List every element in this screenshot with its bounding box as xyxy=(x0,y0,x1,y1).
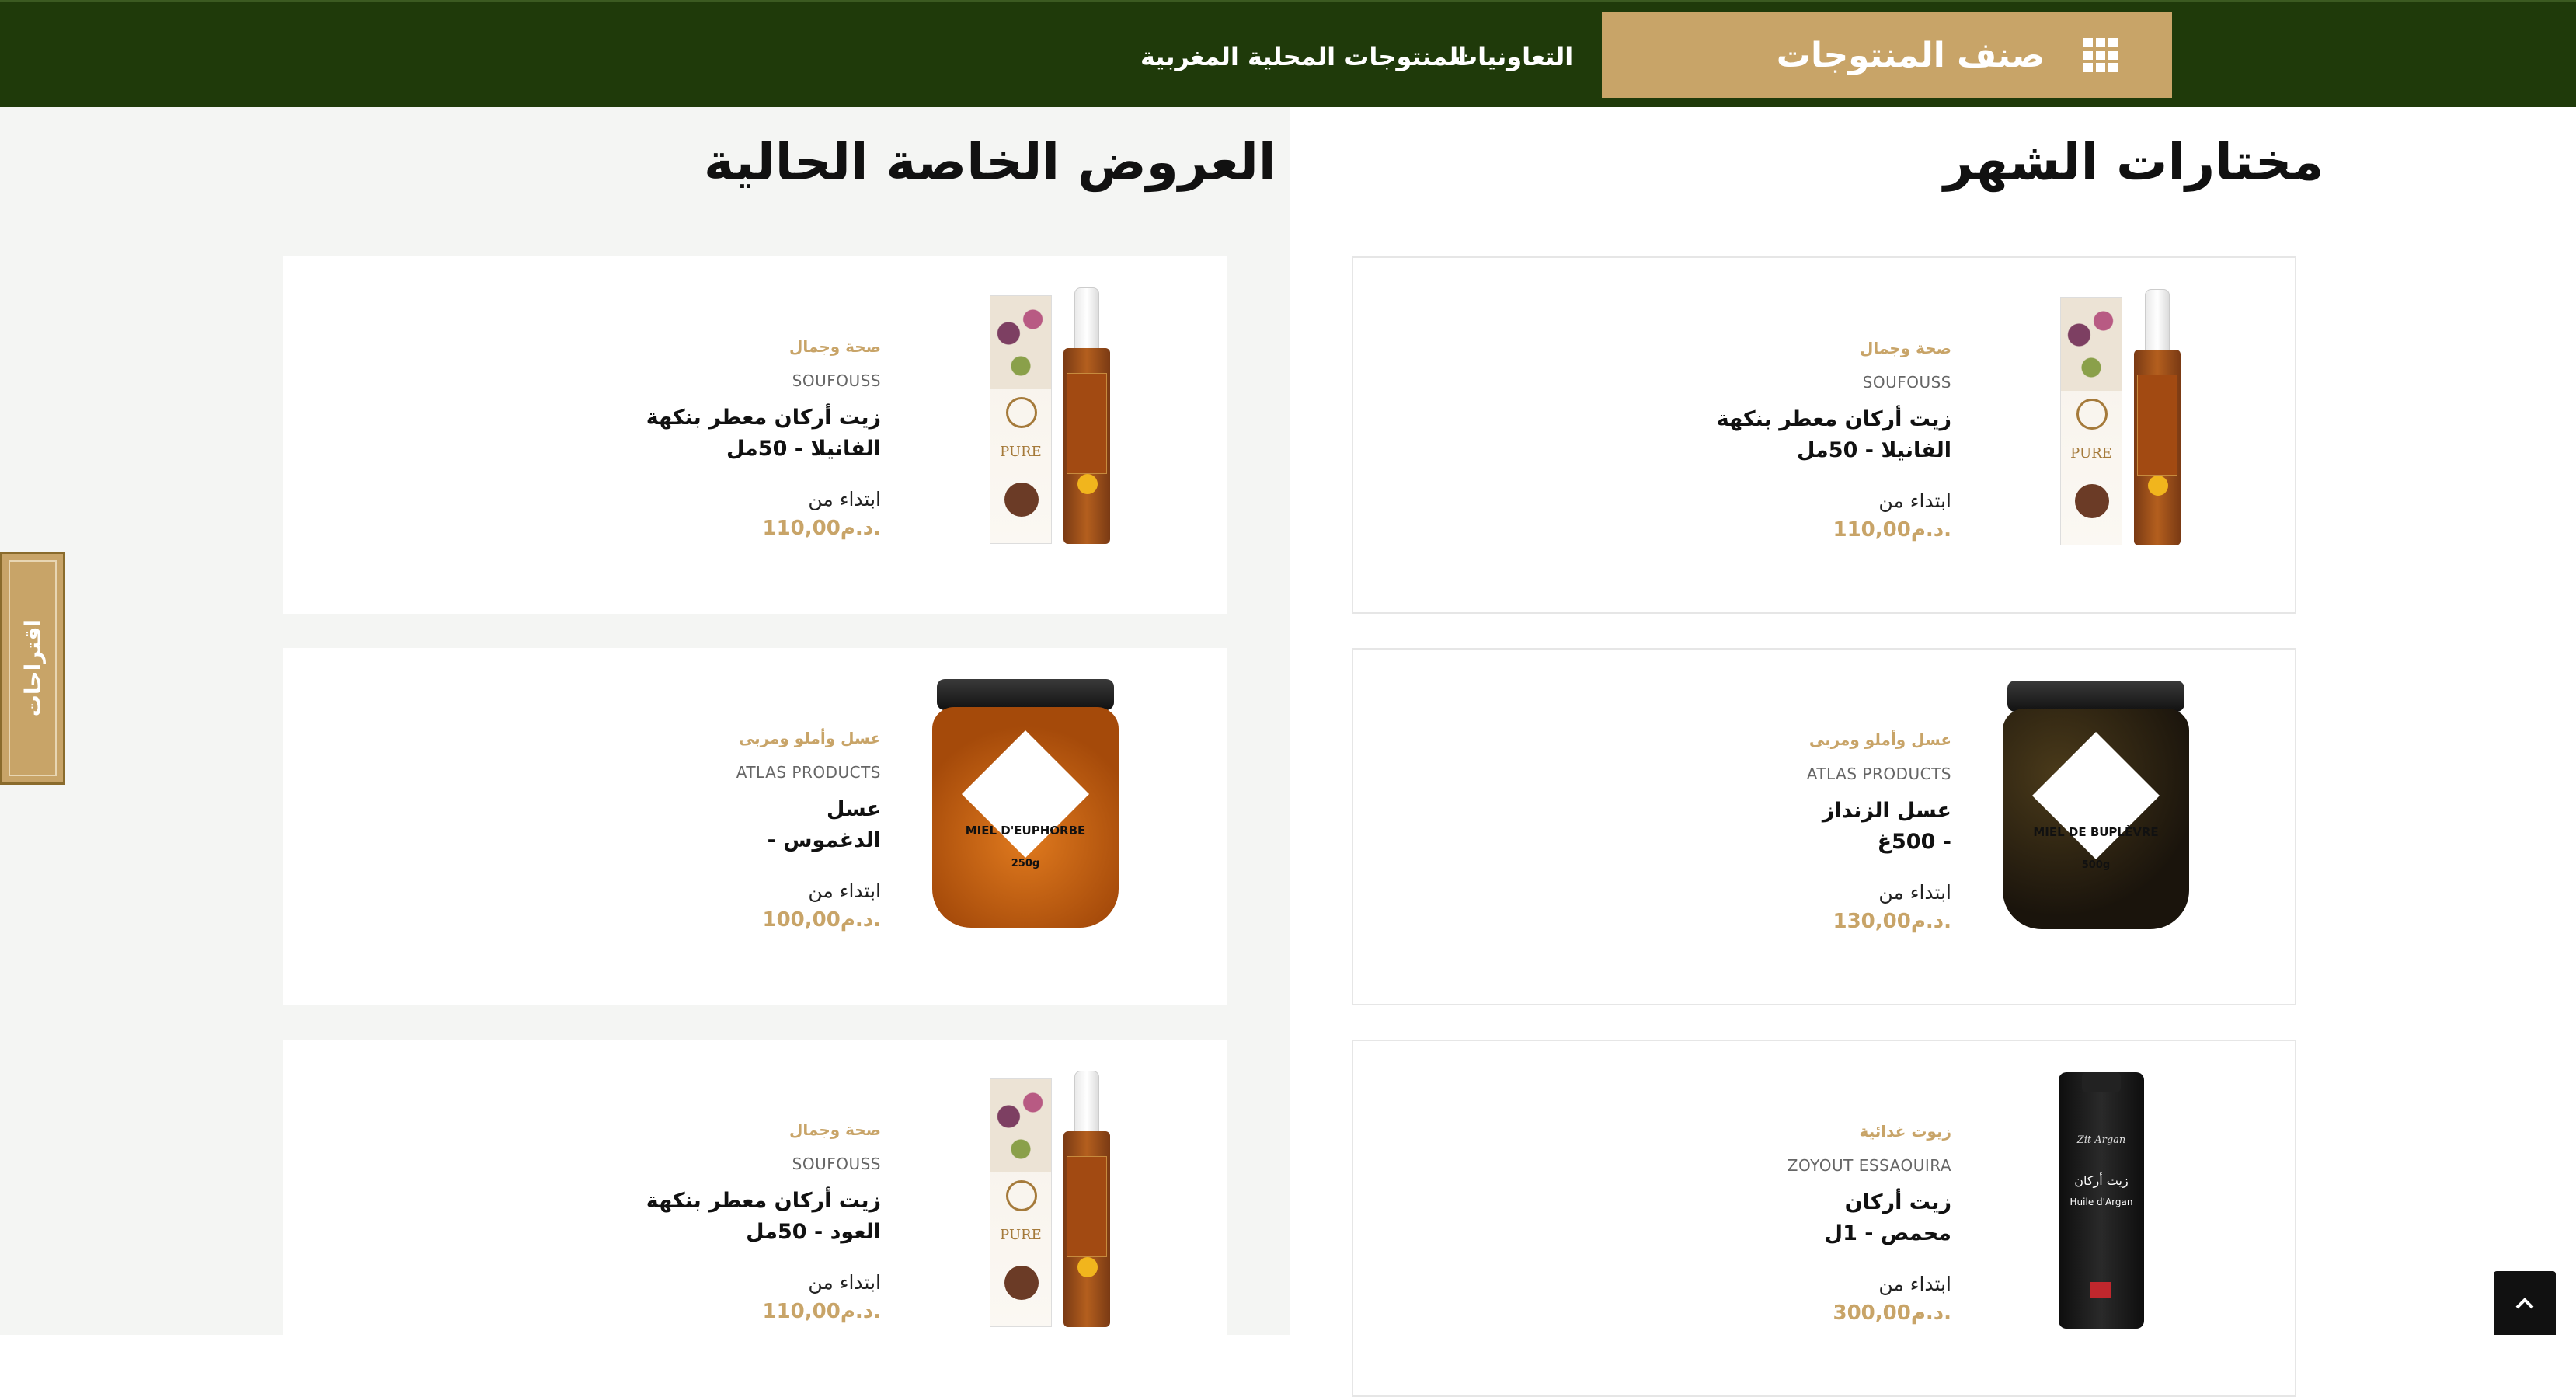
offer-product-card[interactable]: PURE صحة وجمال SOUFOUSS زيت أركان معطر ب… xyxy=(283,1040,1227,1397)
product-name-line2[interactable]: الفانيلا - 50مل xyxy=(1563,435,1951,466)
grid-menu-icon xyxy=(2083,38,2118,72)
product-category[interactable]: عسل وأملو ومربى xyxy=(1563,730,1951,749)
offers-section-title: العروض الخاصة الحالية xyxy=(704,132,1276,192)
featured-section-title: مختارات الشهر xyxy=(1944,132,2324,192)
product-name-line2[interactable]: الدغموس - xyxy=(493,825,881,856)
product-name[interactable]: عسل xyxy=(493,794,881,825)
product-name-line2[interactable]: الفانيلا - 50مل xyxy=(493,434,881,465)
offer-product-card[interactable]: MIEL D'EUPHORBE 250g عسل وأملو ومربى ATL… xyxy=(283,648,1227,1005)
price-from-label: ابتداء من xyxy=(1878,489,1951,512)
product-info: صحة وجمال SOUFOUSS زيت أركان معطر بنكهة … xyxy=(493,337,881,540)
product-info: صحة وجمال SOUFOUSS زيت أركان معطر بنكهة … xyxy=(493,1120,881,1323)
price-from-label: ابتداء من xyxy=(808,880,881,902)
product-image[interactable]: Zit Argan زيت أركان Huile d'Argan xyxy=(2003,1072,2205,1336)
price-from-label: ابتداء من xyxy=(808,488,881,510)
scroll-to-top-button[interactable] xyxy=(2494,1271,2556,1335)
product-brand: SOUFOUSS xyxy=(792,371,881,390)
product-price: 300,00د.م. xyxy=(1833,1301,1951,1325)
product-categories-button[interactable]: صنف المنتوجات xyxy=(1602,12,2172,98)
product-category[interactable]: صحة وجمال xyxy=(1563,339,1951,357)
product-info: عسل وأملو ومربى ATLAS PRODUCTS عسل الزند… xyxy=(1563,730,1951,933)
product-price: 130,00د.م. xyxy=(1833,910,1951,933)
product-image[interactable]: PURE xyxy=(2029,289,2231,553)
product-name[interactable]: زيت أركان معطر بنكهة xyxy=(493,402,881,434)
product-info: عسل وأملو ومربى ATLAS PRODUCTS عسل الدغم… xyxy=(493,729,881,932)
product-image[interactable]: PURE xyxy=(959,1071,1161,1335)
top-navigation-bar: المنتوجات المحلية المغربية التعاونيات صن… xyxy=(0,0,2576,107)
product-name[interactable]: زيت أركان معطر بنكهة xyxy=(1563,404,1951,435)
offer-product-card[interactable]: PURE صحة وجمال SOUFOUSS زيت أركان معطر ب… xyxy=(283,256,1227,614)
price-from-label: ابتداء من xyxy=(808,1271,881,1294)
featured-product-card[interactable]: Zit Argan زيت أركان Huile d'Argan زيوت غ… xyxy=(1352,1040,2296,1397)
product-brand: ZOYOUT ESSAOUIRA xyxy=(1787,1156,1951,1175)
price-from-label: ابتداء من xyxy=(1878,881,1951,904)
product-name-line2[interactable]: - 500غ xyxy=(1563,827,1951,858)
product-name-line2[interactable]: العود - 50مل xyxy=(493,1217,881,1248)
product-price: 110,00د.م. xyxy=(1833,518,1951,542)
product-image[interactable]: MIEL DE BUPLÈVRE 500g xyxy=(2003,681,2205,945)
product-brand: SOUFOUSS xyxy=(1862,373,1951,392)
product-name[interactable]: زيت أركان معطر بنكهة xyxy=(493,1186,881,1217)
featured-product-card[interactable]: MIEL DE BUPLÈVRE 500g عسل وأملو ومربى AT… xyxy=(1352,648,2296,1005)
product-brand: ATLAS PRODUCTS xyxy=(1806,765,1951,783)
product-category[interactable]: زيوت غدائية xyxy=(1563,1122,1952,1141)
product-info: صحة وجمال SOUFOUSS زيت أركان معطر بنكهة … xyxy=(1563,339,1951,542)
nav-link-cooperatives[interactable]: التعاونيات xyxy=(1453,42,1573,71)
nav-link-local-products[interactable]: المنتوجات المحلية المغربية xyxy=(1140,42,1467,71)
product-category[interactable]: صحة وجمال xyxy=(493,1120,881,1139)
product-name-line2[interactable]: محمص - 1ل xyxy=(1563,1218,1951,1249)
product-brand: SOUFOUSS xyxy=(792,1155,881,1173)
suggestions-tab-label: اقتراحات xyxy=(19,619,46,717)
product-name[interactable]: عسل الزنداز xyxy=(1563,796,1951,827)
featured-product-card[interactable]: PURE صحة وجمال SOUFOUSS زيت أركان معطر ب… xyxy=(1352,256,2296,614)
suggestions-side-tab[interactable]: اقتراحات xyxy=(0,552,65,785)
chevron-up-icon xyxy=(2515,1298,2534,1309)
product-category[interactable]: عسل وأملو ومربى xyxy=(493,729,881,747)
product-categories-label: صنف المنتوجات xyxy=(1776,35,2045,75)
product-image[interactable]: MIEL D'EUPHORBE 250g xyxy=(932,679,1134,943)
price-from-label: ابتداء من xyxy=(1878,1273,1951,1295)
product-category[interactable]: صحة وجمال xyxy=(493,337,881,356)
product-price: 110,00د.م. xyxy=(762,1300,881,1323)
product-price: 110,00د.م. xyxy=(762,517,881,540)
product-brand: ATLAS PRODUCTS xyxy=(736,763,881,782)
product-info: زيوت غدائية ZOYOUT ESSAOUIRA زيت أركان م… xyxy=(1563,1122,1951,1325)
product-price: 100,00د.م. xyxy=(762,908,881,932)
product-image[interactable]: PURE xyxy=(959,287,1161,552)
product-name[interactable]: زيت أركان xyxy=(1563,1187,1951,1218)
